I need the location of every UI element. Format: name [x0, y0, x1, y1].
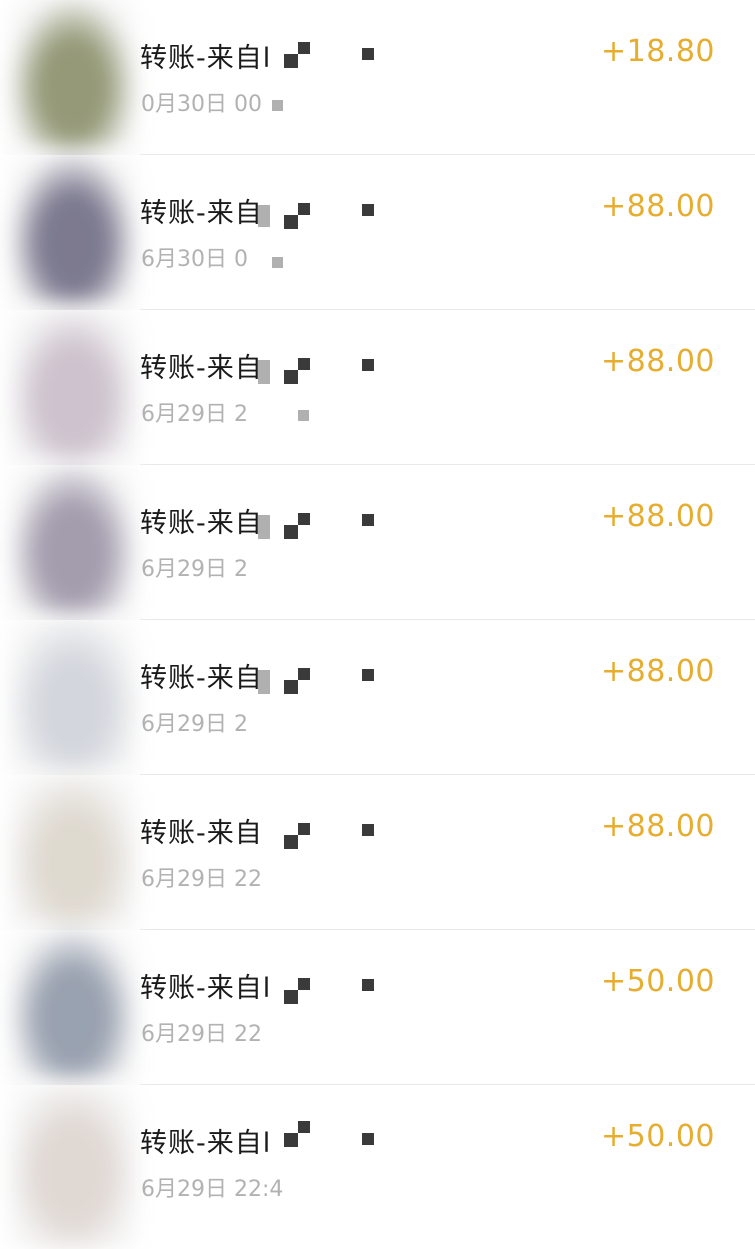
transaction-row[interactable]: 转账-来自l 0月30日 00 +18.80 [0, 0, 755, 164]
redaction-mark [258, 515, 270, 539]
transaction-time: 6月29日 22 [141, 1022, 262, 1047]
sender-avatar [8, 149, 138, 319]
sender-avatar [8, 769, 138, 939]
redaction-mark [362, 824, 374, 836]
transaction-time: 6月29日 2 [141, 712, 248, 737]
transaction-title: 转账-来自 [140, 508, 263, 539]
redaction-mark [258, 670, 270, 694]
redaction-mark [284, 370, 298, 384]
redaction-mark [362, 48, 374, 60]
transaction-time: 6月29日 2 [141, 402, 248, 427]
transaction-amount: +88.00 [600, 809, 715, 844]
transaction-title: 转账-来自l [140, 1128, 272, 1159]
transaction-row[interactable]: 转账-来自 6月30日 0 +88.00 [0, 149, 755, 319]
sender-avatar [8, 614, 138, 784]
transaction-amount: +88.00 [600, 344, 715, 379]
redaction-mark [362, 359, 374, 371]
redaction-mark [284, 680, 298, 694]
transaction-time: 6月30日 0 [141, 247, 248, 272]
transaction-title: 转账-来自l [140, 973, 272, 1004]
transaction-amount: +88.00 [600, 499, 715, 534]
transaction-list: 转账-来自l 0月30日 00 +18.80 转账-来自 6月30日 0 +88… [0, 0, 755, 1249]
transaction-row[interactable]: 转账-来自 6月29日 2 +88.00 [0, 304, 755, 474]
transaction-title: 转账-来自 [140, 818, 263, 849]
sender-avatar [8, 459, 138, 629]
transaction-amount: +50.00 [600, 964, 715, 999]
transaction-amount: +50.00 [600, 1119, 715, 1154]
sender-avatar [8, 304, 138, 474]
redaction-mark [362, 979, 374, 991]
transaction-row[interactable]: 转账-来自 6月29日 2 +88.00 [0, 459, 755, 629]
redaction-mark [298, 668, 310, 680]
redaction-mark [258, 360, 270, 384]
transaction-amount: +18.80 [600, 34, 715, 69]
sender-avatar [8, 924, 138, 1094]
redaction-mark [298, 823, 310, 835]
redaction-mark [298, 1121, 310, 1133]
redaction-mark [272, 100, 283, 111]
redaction-mark [284, 215, 298, 229]
redaction-mark [298, 978, 310, 990]
transaction-time: 0月30日 00 [141, 92, 262, 117]
redaction-mark [298, 513, 310, 525]
redaction-mark [362, 1133, 374, 1145]
transaction-title: 转账-来自 [140, 198, 263, 229]
redaction-mark [298, 42, 310, 54]
redaction-mark [298, 358, 310, 370]
transaction-time: 6月29日 2 [141, 557, 248, 582]
redaction-mark [258, 205, 270, 227]
transaction-time: 6月29日 22:4 [141, 1177, 284, 1202]
sender-avatar [8, 1079, 138, 1249]
transaction-row[interactable]: 转账-来自 6月29日 22 +88.00 [0, 769, 755, 939]
redaction-mark [362, 669, 374, 681]
redaction-mark [284, 525, 298, 539]
transaction-row[interactable]: 转账-来自l 6月29日 22:4 +50.00 [0, 1079, 755, 1249]
redaction-mark [284, 835, 298, 849]
transaction-title: 转账-来自l [140, 43, 272, 74]
redaction-mark [272, 257, 283, 268]
transaction-title: 转账-来自 [140, 663, 263, 694]
redaction-mark [284, 1133, 298, 1147]
transaction-row[interactable]: 转账-来自l 6月29日 22 +50.00 [0, 924, 755, 1094]
redaction-mark [284, 990, 298, 1004]
transaction-amount: +88.00 [600, 189, 715, 224]
sender-avatar [8, 0, 138, 164]
redaction-mark [284, 54, 298, 68]
transaction-title: 转账-来自 [140, 353, 263, 384]
redaction-mark [362, 514, 374, 526]
transaction-row[interactable]: 转账-来自 6月29日 2 +88.00 [0, 614, 755, 784]
transaction-amount: +88.00 [600, 654, 715, 689]
redaction-mark [298, 203, 310, 215]
redaction-mark [298, 410, 309, 421]
redaction-mark [362, 204, 374, 216]
transaction-time: 6月29日 22 [141, 867, 262, 892]
